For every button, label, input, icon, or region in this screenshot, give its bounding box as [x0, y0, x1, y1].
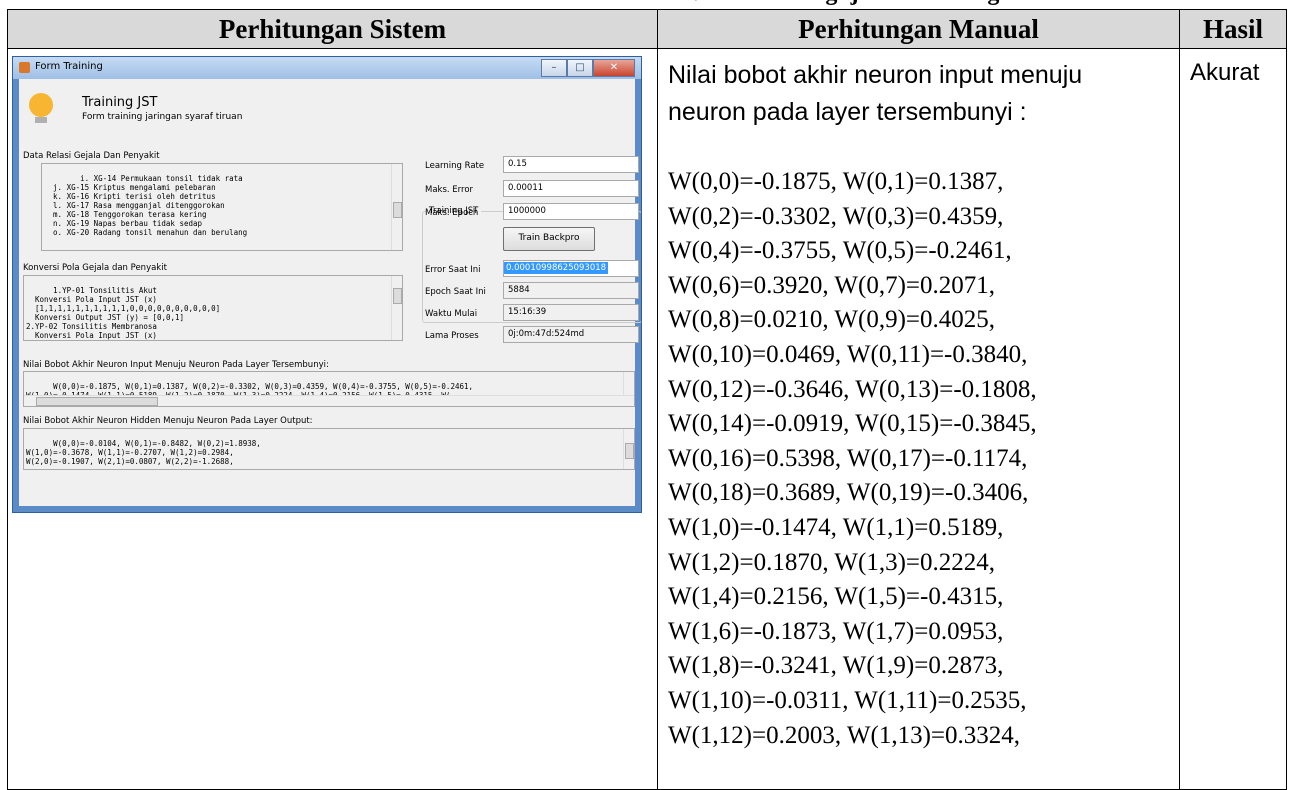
lama-field[interactable]: 0j:0m:47d:524md	[503, 326, 639, 343]
bobot-hidden-scrollbar[interactable]	[623, 429, 634, 469]
manual-weight-line: W(0,2)=-0.3302, W(0,3)=0.4359,	[668, 202, 1004, 230]
epoch-label: Epoch Saat Ini	[425, 287, 486, 297]
manual-weight-line: W(0,10)=0.0469, W(0,11)=-0.3840,	[668, 340, 1028, 368]
konversi-textbox[interactable]: 1.YP-01 Tonsilitis Akut Konversi Pola In…	[23, 275, 403, 341]
header-manual: Perhitungan Manual	[657, 9, 1180, 49]
maks-epoch-input[interactable]: 1000000	[503, 203, 639, 220]
lightbulb-icon	[29, 93, 53, 123]
manual-weight-line: W(0,8)=0.0210, W(0,9)=0.4025,	[668, 306, 995, 334]
manual-weight-line: W(1,2)=0.1870, W(1,3)=0.2224,	[668, 548, 995, 576]
table-caption: Tabel IV.9. Data Pengujian Perhitungan	[420, 0, 1220, 8]
app-window-icon	[19, 62, 30, 73]
maks-error-label: Maks. Error	[425, 185, 474, 195]
manual-weight-line: W(0,16)=0.5398, W(0,17)=-0.1174,	[668, 444, 1028, 472]
manual-weight-lines: W(0,0)=-0.1875, W(0,1)=0.1387, W(0,2)=-0.…	[668, 165, 1175, 753]
manual-weight-line: W(0,12)=-0.3646, W(0,13)=-0.1808,	[668, 375, 1037, 403]
maks-epoch-label: Maks. Epoch	[425, 208, 479, 218]
window-titlebar: Form Training – □ ✕	[13, 57, 641, 79]
manual-intro-line-1: Nilai bobot akhir neuron input menuju	[668, 61, 1083, 89]
learning-rate-input[interactable]: 0.15	[503, 156, 639, 173]
bobot-input-textbox[interactable]: W(0,0)=-0.1875, W(0,1)=0.1387, W(0,2)=-0…	[23, 371, 635, 407]
bobot-input-hscroll[interactable]	[24, 395, 634, 406]
bobot-hidden-text: W(0,0)=-0.0104, W(0,1)=-0.8482, W(0,2)=1…	[26, 439, 261, 466]
epoch-field[interactable]: 5884	[503, 282, 639, 299]
learning-rate-label: Learning Rate	[425, 161, 485, 171]
header-hasil: Hasil	[1179, 9, 1287, 49]
hasil-cell: Akurat	[1179, 48, 1287, 790]
app-title: Training JST	[82, 95, 158, 110]
manual-weight-line: W(0,0)=-0.1875, W(0,1)=0.1387,	[668, 168, 1004, 195]
manual-weight-line: W(0,14)=-0.0919, W(0,15)=-0.3845,	[668, 410, 1037, 438]
manual-content: Nilai bobot akhir neuron input menuju ne…	[658, 49, 1179, 753]
manual-weight-line: W(1,0)=-0.1474, W(1,1)=0.5189,	[668, 513, 1004, 541]
close-icon[interactable]: ✕	[593, 59, 635, 77]
waktu-field[interactable]: 15:16:39	[503, 304, 639, 321]
relasi-scrollbar[interactable]	[391, 164, 402, 250]
app-subtitle: Form training jaringan syaraf tiruan	[82, 112, 243, 122]
hasil-value: Akurat	[1190, 59, 1260, 86]
minimize-icon[interactable]: –	[541, 59, 567, 77]
relasi-text: i. XG-14 Permukaan tonsil tidak rata j. …	[53, 174, 248, 237]
error-field[interactable]: 0.00010998625093018	[503, 260, 639, 277]
manual-weight-line: W(0,6)=0.3920, W(0,7)=0.2071,	[668, 271, 995, 299]
konversi-label: Konversi Pola Gejala dan Penyakit	[23, 263, 167, 273]
form-training-window: Form Training – □ ✕ Training JST Form tr…	[12, 56, 642, 513]
relasi-label: Data Relasi Gejala Dan Penyakit	[23, 151, 160, 161]
waktu-label: Waktu Mulai	[425, 309, 478, 319]
maximize-icon[interactable]: □	[567, 59, 593, 77]
window-title: Form Training	[35, 61, 103, 72]
manual-weight-line: W(1,8)=-0.3241, W(1,9)=0.2873,	[668, 652, 1004, 680]
bobot-hidden-label: Nilai Bobot Akhir Neuron Hidden Menuju N…	[23, 416, 313, 426]
manual-cell: Nilai bobot akhir neuron input menuju ne…	[657, 48, 1180, 790]
header-sistem: Perhitungan Sistem	[7, 9, 658, 49]
manual-weight-line: W(0,18)=0.3689, W(0,19)=-0.3406,	[668, 479, 1029, 507]
maks-error-input[interactable]: 0.00011	[503, 180, 639, 197]
error-label: Error Saat Ini	[425, 265, 481, 275]
form-client-area: Training JST Form training jaringan syar…	[19, 79, 641, 506]
manual-intro-line-2: neuron pada layer tersembunyi :	[668, 98, 1027, 126]
error-value: 0.00010998625093018	[504, 262, 609, 274]
bobot-input-vscroll[interactable]	[623, 372, 634, 396]
train-backpro-button[interactable]: Train Backpro	[503, 227, 595, 251]
manual-weight-line: W(0,4)=-0.3755, W(0,5)=-0.2461,	[668, 237, 1012, 265]
manual-weight-line: W(1,12)=0.2003, W(1,13)=0.3324,	[668, 721, 1020, 749]
konversi-text: 1.YP-01 Tonsilitis Akut Konversi Pola In…	[26, 286, 221, 340]
bobot-input-label: Nilai Bobot Akhir Neuron Input Menuju Ne…	[23, 360, 329, 370]
manual-weight-line: W(1,10)=-0.0311, W(1,11)=0.2535,	[668, 686, 1027, 714]
konversi-scrollbar[interactable]	[391, 276, 402, 340]
relasi-textbox[interactable]: i. XG-14 Permukaan tonsil tidak rata j. …	[41, 163, 403, 251]
lama-label: Lama Proses	[425, 331, 479, 341]
bobot-hidden-textbox[interactable]: W(0,0)=-0.0104, W(0,1)=-0.8482, W(0,2)=1…	[23, 428, 635, 470]
manual-weight-line: W(1,4)=0.2156, W(1,5)=-0.4315,	[668, 583, 1004, 611]
manual-weight-line: W(1,6)=-0.1873, W(1,7)=0.0953,	[668, 617, 1004, 645]
